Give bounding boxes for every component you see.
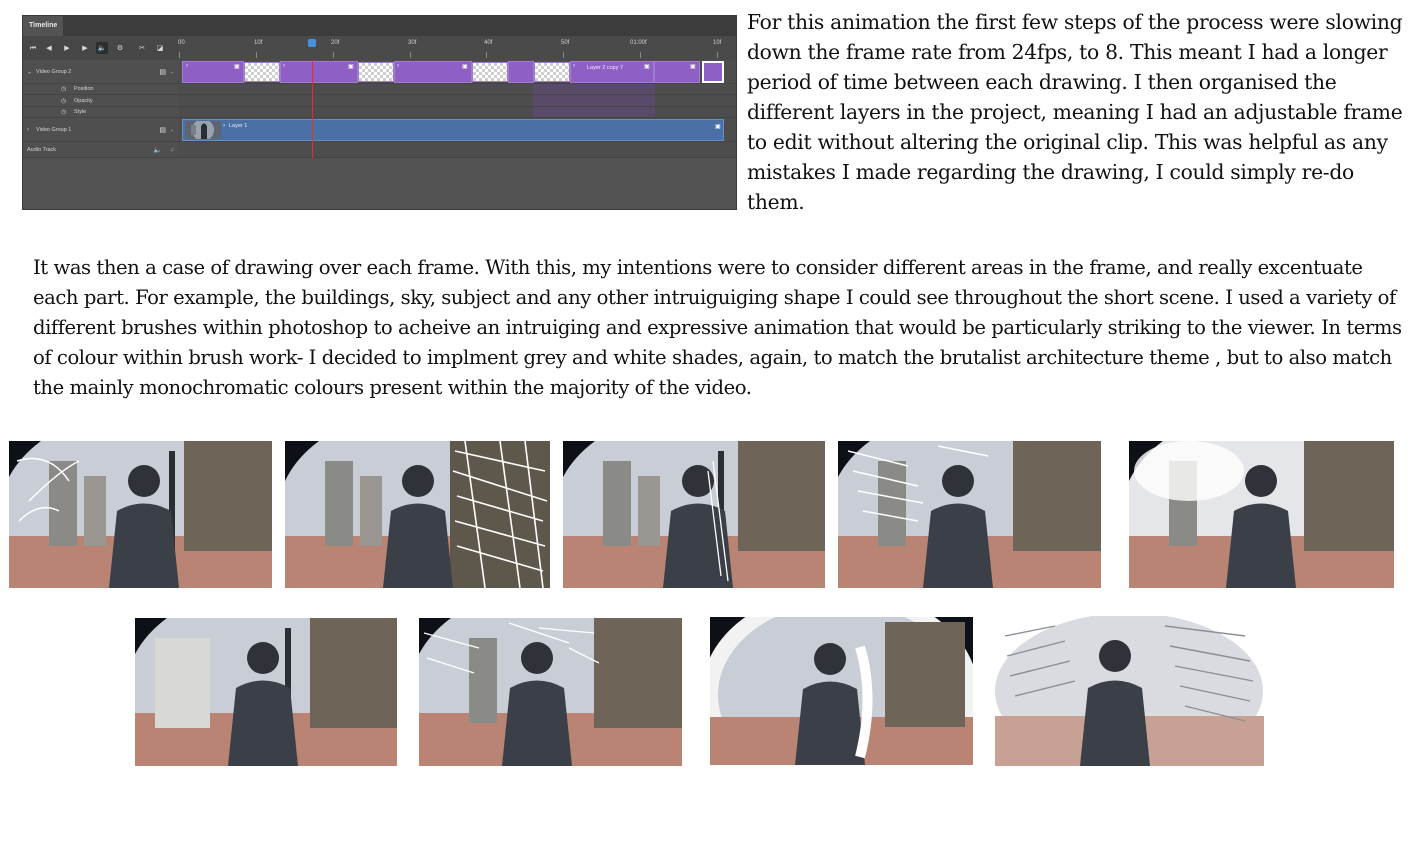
clip-chevron-icon: › [223,123,225,129]
clip-end-icon: ▣ [715,124,721,130]
clip-chevron-icon: › [283,63,285,69]
timeline-controls: ⏮ ◀ ▶ ▶ 🔈 ⚙ ✂ ◪ [23,36,178,60]
timeline-ruler[interactable]: 00 10f 20f 30f 40f 50f 01:00f 10f [178,36,736,61]
timeline-tab-bar: Timeline [23,16,736,37]
animation-frame-1 [9,441,272,588]
clip-transparent[interactable] [534,62,570,82]
track-opacity[interactable]: ◷ Opacity [23,95,178,107]
animation-frame-7 [419,618,682,766]
film-strip-icon[interactable]: ▤ [159,68,166,76]
track-video-group-1[interactable]: › Video Group 1 ▤ ⌄ [23,118,178,142]
split-icon[interactable]: ✂ [136,42,148,54]
track-video-group-2[interactable]: ⌄ Video Group 2 ▤ ⌄ [23,60,178,84]
ruler-tick [486,52,487,58]
playhead-handle[interactable] [308,39,316,47]
clip-chevron-icon: › [397,63,399,69]
clip-end-icon: ▣ [690,64,696,70]
track-area-audio [178,142,736,158]
next-frame-icon[interactable]: ▶ [79,42,91,54]
clip-frame[interactable] [280,61,358,83]
clip-layer-1[interactable]: Layer 1 › ▣ [182,119,724,141]
track-label: Video Group 1 [36,126,72,133]
playhead-line [312,60,313,158]
audio-icon[interactable]: 🔈 [96,42,108,54]
property-label: Position [74,86,94,92]
ruler-label: 30f [408,40,417,46]
stopwatch-icon[interactable]: ◷ [61,86,66,93]
clip-end-icon: ▣ [644,64,650,70]
track-area-position [178,84,736,95]
settings-icon[interactable]: ⚙ [114,42,126,54]
property-label: Style [74,109,87,115]
stopwatch-icon[interactable]: ◷ [61,97,66,104]
animation-frame-6 [135,618,397,766]
clip-thumbnail [185,121,221,139]
ruler-label: 01:00f [630,40,647,46]
track-area-style [178,107,736,118]
track-area-video-group-2: Layer 2 copy 7 › ▣ › ▣ › ▣ › ▣ ▣ [178,60,736,84]
clip-transparent[interactable] [244,62,280,82]
chevron-down-icon[interactable]: ⌄ [27,68,32,75]
track-audio[interactable]: Audio Track 🔈 ♫ [23,142,178,158]
previous-frame-icon[interactable]: ◀ [43,42,55,54]
track-area-opacity [178,95,736,107]
ruler-label: 40f [484,40,493,46]
ruler-tick [410,52,411,58]
track-label: Audio Track [27,146,57,153]
clip-label: Layer 1 [229,123,248,129]
track-area-video-group-1: Layer 1 › ▣ [178,118,736,142]
animation-frame-3 [563,441,825,588]
clip-frame[interactable] [508,61,534,83]
ruler-tick [640,52,641,58]
ruler-label: 10f [713,40,722,46]
animation-frame-2 [285,441,550,588]
play-icon[interactable]: ▶ [61,42,73,54]
keyframe-region [533,84,655,94]
timeline-panel: Timeline ⏮ ◀ ▶ ▶ 🔈 ⚙ ✂ ◪ 00 10f 20f 30f … [22,15,737,210]
chevron-down-icon[interactable]: ⌄ [170,69,174,75]
property-label: Opacity [74,97,93,104]
speaker-icon[interactable]: 🔈 [153,146,162,154]
animation-frame-5 [1129,441,1394,588]
clip-transparent[interactable] [472,62,508,82]
keyframe-region [533,107,655,117]
clip-chevron-icon: › [186,63,188,69]
clip-chevron-icon: › [573,63,575,69]
clip-end-icon: ▣ [348,64,354,70]
ruler-label: 00 [178,40,185,46]
clip-frame[interactable] [394,61,472,83]
transition-icon[interactable]: ◪ [154,42,166,54]
animation-frame-8 [710,617,973,765]
ruler-tick [717,52,718,58]
clip-layer-2-copy-7[interactable]: Layer 2 copy 7 [570,61,654,83]
animation-frame-4 [838,441,1101,588]
clip-end-icon: ▣ [462,64,468,70]
track-style[interactable]: ◷ Style [23,107,178,118]
intro-paragraph: For this animation the first few steps o… [747,10,1403,214]
track-label: Video Group 2 [36,68,72,75]
track-position[interactable]: ◷ Position [23,84,178,95]
stopwatch-icon[interactable]: ◷ [61,109,66,116]
chevron-right-icon[interactable]: › [27,127,29,133]
ruler-label: 20f [331,40,340,46]
timeline-tab[interactable]: Timeline [23,16,64,36]
keyframe-region [533,95,655,106]
film-strip-icon[interactable]: ▤ [159,126,166,134]
animation-frame-9 [995,616,1264,766]
clip-transparent[interactable] [358,62,394,82]
clip-selected[interactable] [702,61,724,83]
ruler-tick [333,52,334,58]
clip-label: Layer 2 copy 7 [587,65,624,71]
ruler-tick [179,52,180,58]
ruler-label: 10f [254,40,263,46]
ruler-tick [563,52,564,58]
music-note-icon[interactable]: ♫ [170,147,174,153]
ruler-tick [256,52,257,58]
go-to-first-frame-icon[interactable]: ⏮ [27,42,39,54]
chevron-down-icon[interactable]: ⌄ [170,127,174,133]
body-paragraph: It was then a case of drawing over each … [33,256,1402,399]
clip-end-icon: ▣ [234,64,240,70]
ruler-label: 50f [561,40,570,46]
